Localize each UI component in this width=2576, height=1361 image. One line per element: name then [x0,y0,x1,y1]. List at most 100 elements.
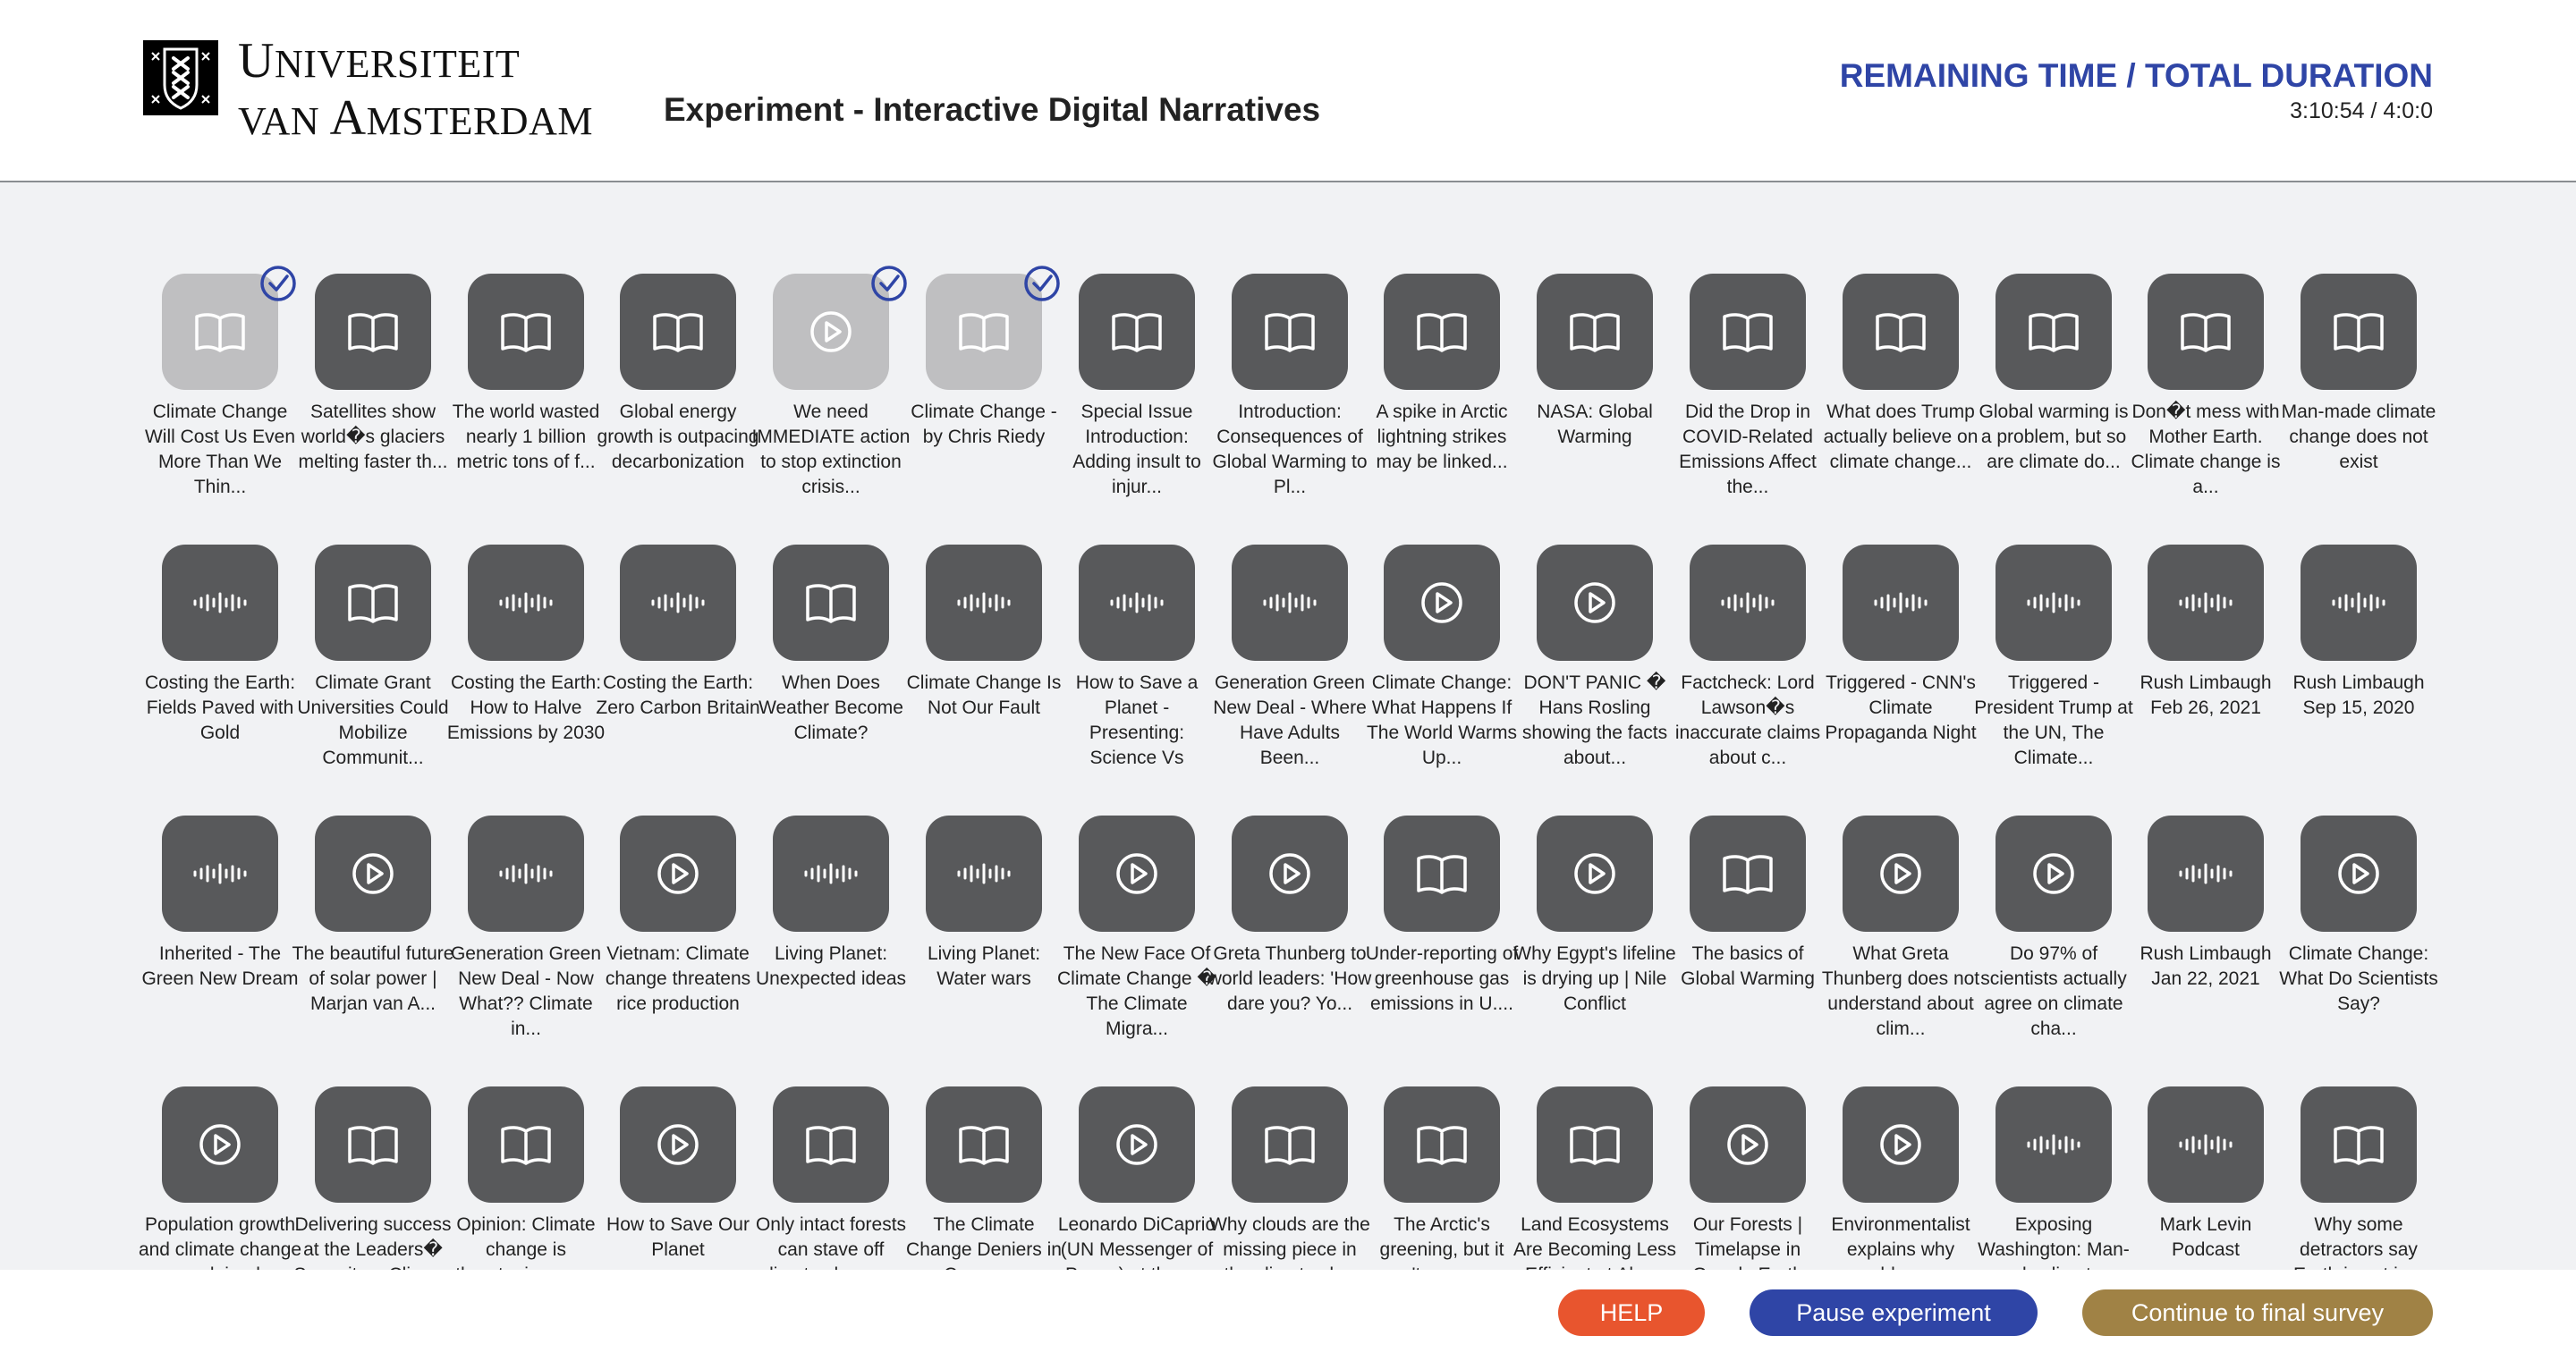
book-icon [653,313,703,352]
narrative-video-tile[interactable] [620,1086,736,1203]
narrative-caption: Vietnam: Climate change threatens rice p… [605,943,751,1014]
narrative-caption: Our Forests | Timelapse in Google Earth [1692,1214,1803,1270]
narrative-video-tile[interactable] [2301,816,2417,932]
narrative-book-tile[interactable] [1384,816,1500,932]
narrative-audio-tile[interactable] [1996,1086,2112,1203]
play-icon [657,1124,699,1165]
narrative-book-tile[interactable] [620,274,736,390]
narrative-audio-tile[interactable] [1996,545,2112,661]
narrative-audio-tile[interactable] [2148,545,2264,661]
watched-check-icon [871,266,907,301]
footer-bar: HELP Pause experiment Continue to final … [0,1270,2576,1361]
book-icon [806,584,856,623]
narrative-book-tile[interactable] [1996,274,2112,390]
narrative-caption: Global warming is a problem, but so are … [1979,402,2129,472]
narrative-video-tile[interactable] [162,1086,278,1203]
university-logo-text: UNIVERSITEIT VAN AMSTERDAM [238,33,593,146]
book-icon [348,584,398,623]
narrative-audio-tile[interactable] [2301,545,2417,661]
narrative-caption: Rush Limbaugh Feb 26, 2021 [2140,672,2272,718]
narrative-book-tile[interactable] [315,274,431,390]
narrative-video-tile[interactable] [315,816,431,932]
narrative-audio-tile[interactable] [926,816,1042,932]
narrative-book-tile[interactable] [1079,274,1195,390]
narrative-caption: When Does Weather Become Climate? [758,672,903,743]
narrative-caption: A spike in Arctic lightning strikes may … [1376,402,1508,472]
narrative-book-tile[interactable] [1537,274,1653,390]
narrative-audio-tile[interactable] [1079,545,1195,661]
narrative-book-tile[interactable] [1537,1086,1653,1203]
play-icon [1116,853,1157,894]
narrative-video-tile[interactable] [1384,545,1500,661]
narrative-book-tile[interactable] [468,274,584,390]
book-icon [1570,313,1620,352]
narrative-caption: Opinion: Climate change is threatening o… [455,1214,597,1270]
narrative-video-tile[interactable] [1537,545,1653,661]
narrative-caption: Introduction: Consequences of Global War… [1212,402,1368,497]
narrative-audio-tile[interactable] [1843,545,1959,661]
narrative-book-tile[interactable] [1232,1086,1348,1203]
narrative-audio-tile[interactable] [162,816,278,932]
narrative-video-tile[interactable] [1079,1086,1195,1203]
book-icon [348,313,398,352]
narrative-book-tile[interactable] [1384,1086,1500,1203]
continue-to-final-survey-button[interactable]: Continue to final survey [2082,1289,2433,1336]
narrative-caption: What does Trump actually believe on clim… [1823,402,1979,472]
narrative-caption: DON'T PANIC � Hans Rosling showing the f… [1521,672,1668,768]
narrative-audio-tile[interactable] [926,545,1042,661]
header: UNIVERSITEIT VAN AMSTERDAM Experiment - … [0,0,2576,182]
narrative-book-tile[interactable] [1690,274,1806,390]
narrative-book-tile[interactable] [1843,274,1959,390]
narrative-book-tile[interactable] [773,1086,889,1203]
narrative-caption: Mark Levin Podcast [2159,1214,2252,1260]
narrative-book-tile[interactable] [1232,274,1348,390]
narrative-book-tile[interactable] [2301,1086,2417,1203]
narrative-book-tile[interactable] [2148,274,2264,390]
narrative-video-tile[interactable] [620,816,736,932]
audio-waveform-icon [499,863,553,884]
narrative-book-tile[interactable] [1690,816,1806,932]
narrative-video-tile[interactable] [1996,816,2112,932]
narrative-audio-tile[interactable] [2148,816,2264,932]
help-button[interactable]: HELP [1558,1289,1705,1336]
narrative-video-tile[interactable] [1690,1086,1806,1203]
narrative-caption: Climate Change: What Happens If The Worl… [1366,672,1518,768]
book-icon [501,313,551,352]
narrative-caption: Generation Green New Deal - Now What?? C… [450,943,602,1039]
narrative-video-tile[interactable] [1079,816,1195,932]
narrative-caption: Rush Limbaugh Jan 22, 2021 [2140,943,2272,989]
narrative-audio-tile[interactable] [162,545,278,661]
narrative-book-tile[interactable] [926,1086,1042,1203]
narrative-caption: Only intact forests can stave off climat… [755,1214,907,1270]
narrative-video-tile[interactable] [1843,816,1959,932]
narrative-audio-tile[interactable] [773,816,889,932]
book-icon [959,1126,1009,1165]
book-icon [2181,313,2231,352]
narrative-caption: Climate Change: What Do Scientists Say? [2279,943,2438,1014]
narrative-book-tile[interactable] [315,545,431,661]
narrative-video-tile[interactable] [1537,816,1653,932]
narrative-caption: Costing the Earth: Fields Paved with Gol… [144,672,296,743]
narrative-caption: Generation Green New Deal - Where Have A… [1213,672,1367,768]
narrative-caption: Climate Change Will Cost Us Even More Th… [144,402,296,497]
narrative-audio-tile[interactable] [2148,1086,2264,1203]
narrative-caption: The New Face Of Climate Change � The Cli… [1057,943,1216,1039]
narrative-audio-tile[interactable] [1690,545,1806,661]
pause-experiment-button[interactable]: Pause experiment [1750,1289,2038,1336]
play-icon [1269,853,1310,894]
narrative-book-tile[interactable] [2301,274,2417,390]
narrative-audio-tile[interactable] [468,545,584,661]
narrative-video-tile[interactable] [1843,1086,1959,1203]
narrative-audio-tile[interactable] [1232,545,1348,661]
narrative-book-tile[interactable] [315,1086,431,1203]
narrative-book-tile[interactable] [1384,274,1500,390]
narrative-book-tile[interactable] [468,1086,584,1203]
narrative-audio-tile[interactable] [468,816,584,932]
narrative-caption: Climate Grant Universities Could Mobiliz… [297,672,449,768]
narrative-video-tile[interactable] [1232,816,1348,932]
narrative-audio-tile[interactable] [620,545,736,661]
narrative-book-tile[interactable] [773,545,889,661]
audio-waveform-icon [1721,592,1775,613]
book-icon [2029,313,2079,352]
narrative-caption: Climate Change - by Chris Riedy [911,402,1057,447]
